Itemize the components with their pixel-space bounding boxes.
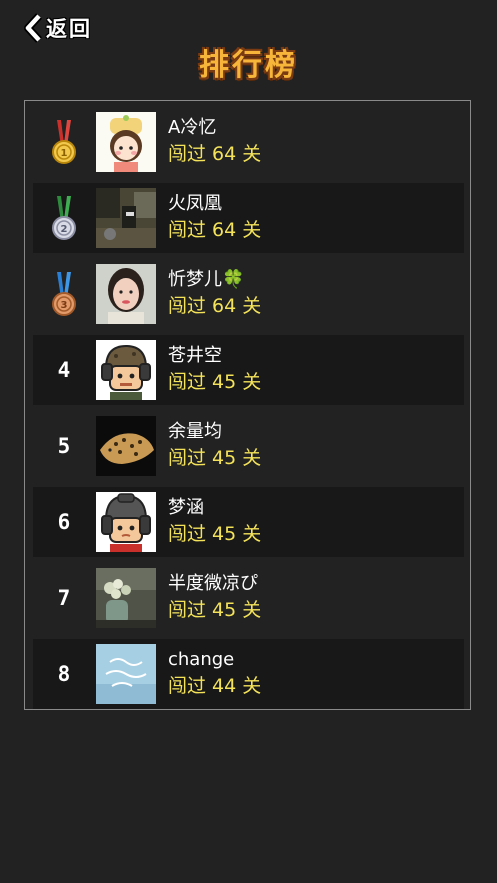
rank-8-badge: 8 [33,639,95,709]
chevron-left-icon [24,13,42,43]
player-name: 半度微凉ぴ [168,573,258,594]
player-name: 苍井空 [168,345,222,366]
player-score: 闯过 45 关 [168,447,262,469]
leaderboard-row-7[interactable]: 7 半度微凉ぴ 闯过 45 关 [33,563,464,633]
rank-number: 2 [61,224,68,235]
player-score: 闯过 64 关 [168,295,262,317]
rank-number: 3 [61,300,68,311]
avatar [96,340,156,400]
player-score: 闯过 45 关 [168,599,262,621]
player-name: 梦涵 [168,497,204,518]
avatar [96,188,156,248]
player-score: 闯过 44 关 [168,675,262,697]
rank-number: 7 [57,586,71,610]
rank-5-badge: 5 [33,411,95,481]
rank-4-badge: 4 [33,335,95,405]
leaderboard-row-4[interactable]: 4 苍井空 闯过 45 关 [33,335,464,405]
player-name: 忻梦儿🍀 [168,269,245,290]
player-name: 余量均 [168,421,222,442]
player-score: 闯过 64 关 [168,143,262,165]
leaderboard-panel: 1 A冷忆 闯过 64 关 2 火凤凰 闯过 64 关 3 忻梦儿🍀 闯过 64… [24,100,471,710]
rank-2-badge: 2 [33,183,95,253]
avatar [96,112,156,172]
rank-1-badge: 1 [33,107,95,177]
gold-medal-icon: 1 [52,120,76,164]
player-name: A冷忆 [168,117,217,138]
avatar [96,644,156,704]
avatar [96,416,156,476]
leaderboard-row-2[interactable]: 2 火凤凰 闯过 64 关 [33,183,464,253]
rank-number: 5 [57,434,71,458]
bronze-medal-icon: 3 [52,272,76,316]
leaderboard-row-1[interactable]: 1 A冷忆 闯过 64 关 [33,107,464,177]
rank-number: 6 [57,510,71,534]
player-score: 闯过 45 关 [168,371,262,393]
avatar [96,568,156,628]
rank-number: 4 [57,358,71,382]
player-name: 火凤凰 [168,193,222,214]
leaderboard-row-5[interactable]: 5 余量均 闯过 45 关 [33,411,464,481]
player-score: 闯过 45 关 [168,523,262,545]
player-score: 闯过 64 关 [168,219,262,241]
avatar [96,492,156,552]
rank-6-badge: 6 [33,487,95,557]
silver-medal-icon: 2 [52,196,76,240]
page-title: 排行榜 [199,48,298,83]
avatar [96,264,156,324]
leaderboard-row-6[interactable]: 6 梦涵 闯过 45 关 [33,487,464,557]
rank-3-badge: 3 [33,259,95,329]
leaderboard-row-8[interactable]: 8 change 闯过 44 关 [33,639,464,709]
back-label: 返回 [46,17,92,41]
rank-7-badge: 7 [33,563,95,633]
leaderboard-row-3[interactable]: 3 忻梦儿🍀 闯过 64 关 [33,259,464,329]
player-name: change [168,649,235,670]
rank-number: 1 [61,148,68,159]
rank-number: 8 [57,662,71,686]
